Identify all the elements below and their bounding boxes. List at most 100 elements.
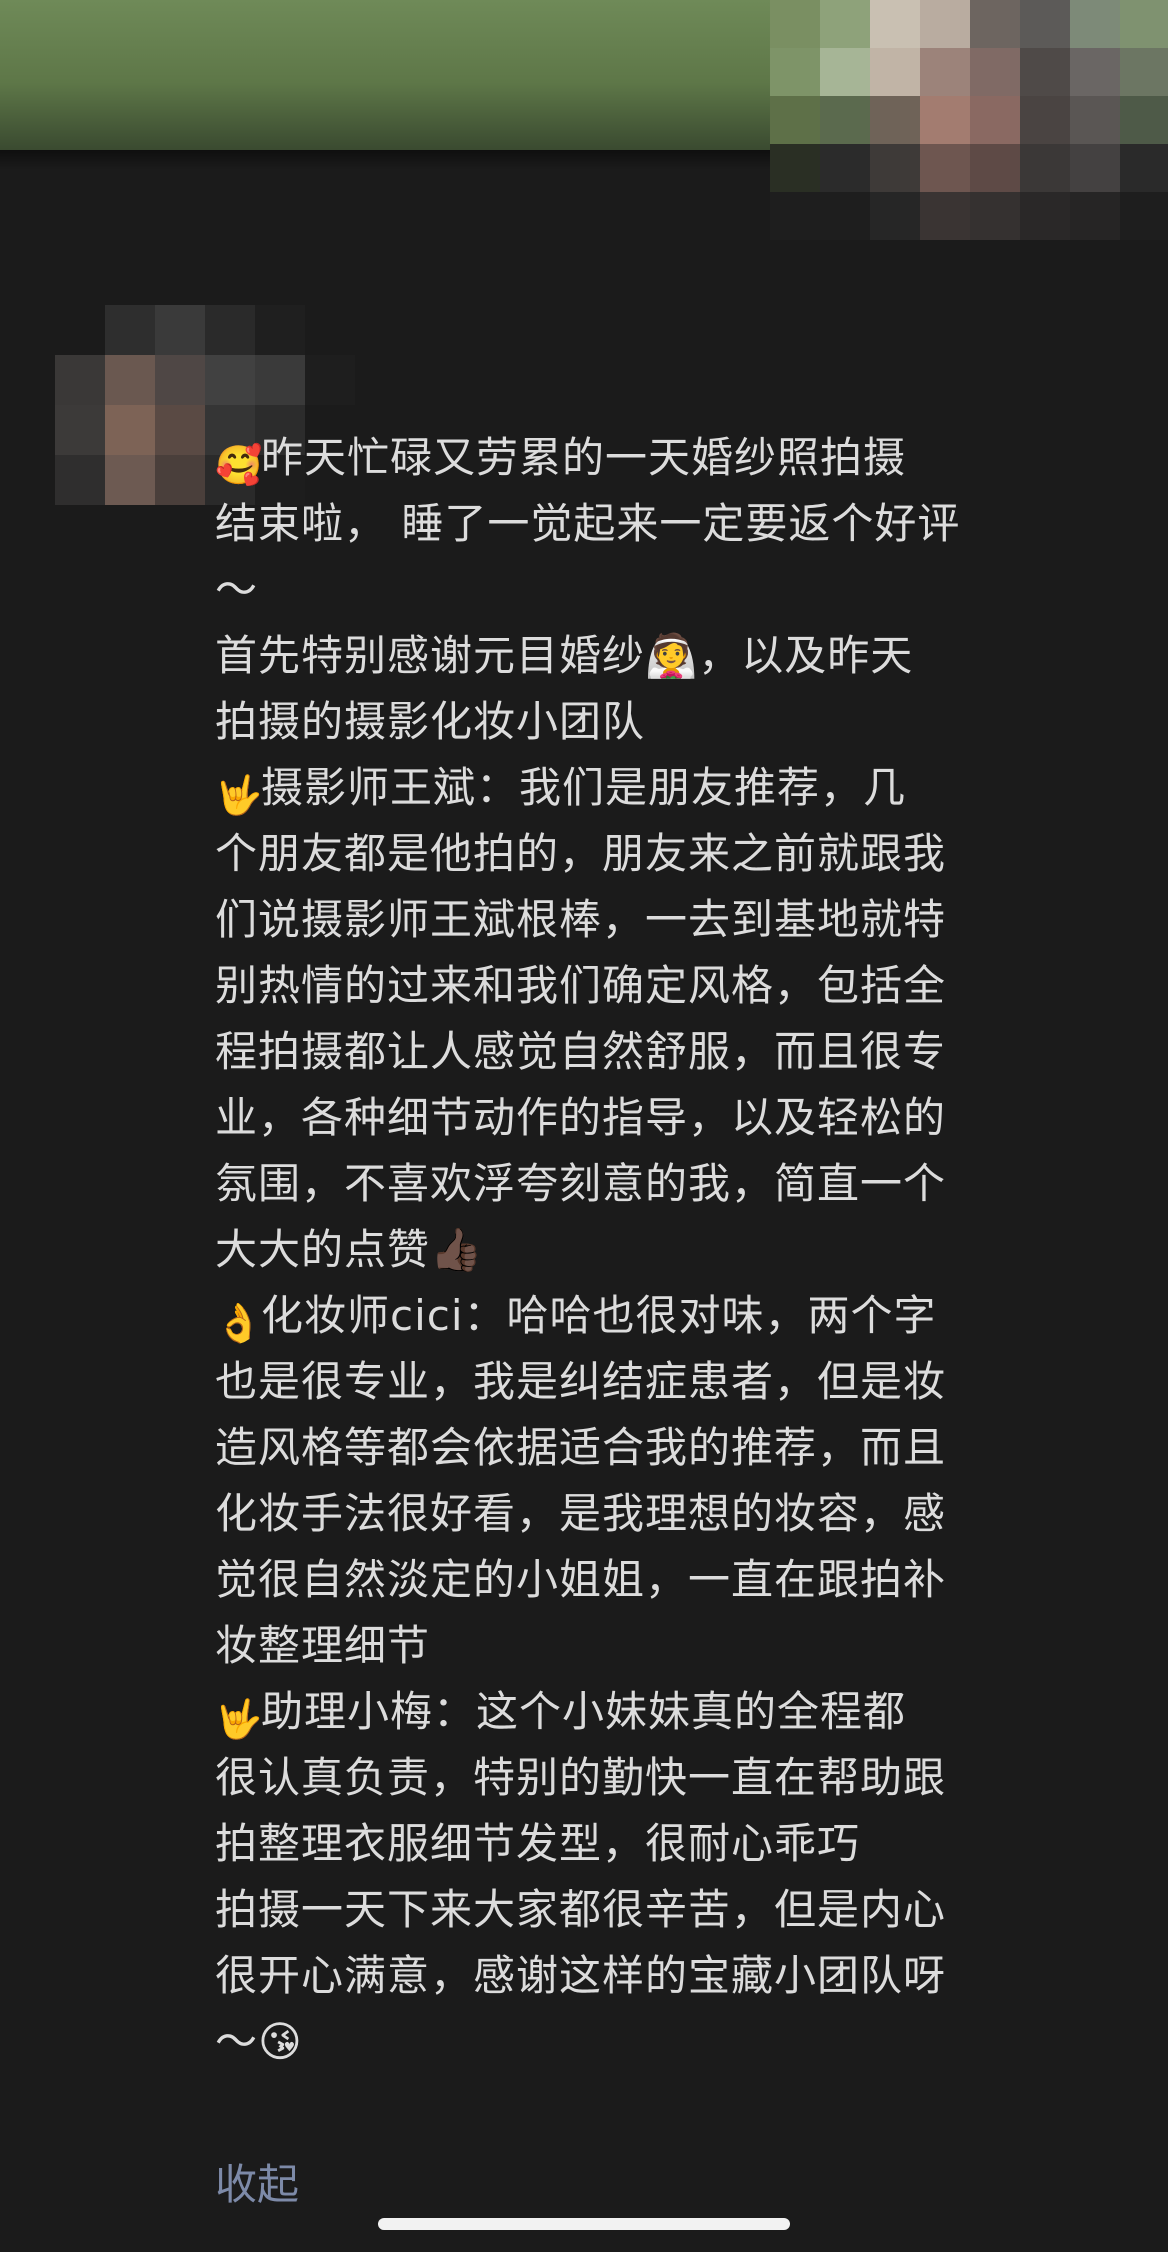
love-you-gesture-icon: 🤟 [215,773,264,817]
mosaic-cell [1120,144,1168,192]
post-line: 很认真负责，特别的勤快一直在帮助跟 [215,1745,1115,1811]
post-line-text: 很开心满意，感谢这样的宝藏小团队呀 [215,1951,947,2000]
mosaic-cell [305,355,355,405]
mosaic-cell [870,144,920,192]
mosaic-cell [770,144,820,192]
mosaic-cell [1070,192,1120,240]
post-line: 首先特别感谢元目婚纱👰，以及昨天 [215,623,1115,689]
mosaic-cell [870,192,920,240]
post-line: 氛围，不喜欢浮夸刻意的我，简直一个 [215,1151,1115,1217]
mosaic-cell [970,96,1020,144]
post-line: 妆整理细节 [215,1613,1115,1679]
post-line-text: 化妆师cici：哈哈也很对味，两个字 [261,1291,937,1340]
post-line: 拍整理衣服细节发型，很耐心乖巧 [215,1811,1115,1877]
post-body: 🥰昨天忙碌又劳累的一天婚纱照拍摄结束啦， 睡了一觉起来一定要返个好评 ～ 首先特别感… [215,425,1115,2075]
mosaic-cell [1020,192,1070,240]
post-line: ～ [215,557,1115,623]
post-line-text: 妆整理细节 [215,1621,431,1670]
post-line-text: 业，各种细节动作的指导，以及轻松的 [215,1093,947,1142]
post-line-text: ～😘 [215,2017,303,2066]
post-line: 觉很自然淡定的小姐姐，一直在跟拍补 [215,1547,1115,1613]
mosaic-cell [870,48,920,96]
post-line-text: 别热情的过来和我们确定风格，包括全 [215,961,947,1010]
post-line: 大大的点赞👍🏿 [215,1217,1115,1283]
post-line-text: 程拍摄都让人感觉自然舒服，而且很专 [215,1027,947,1076]
post-line-text: 个朋友都是他拍的，朋友来之前就跟我 [215,829,947,878]
mosaic-cell [105,305,155,355]
mosaic-cell [820,144,870,192]
mosaic-cell [970,192,1020,240]
mosaic-cell [305,305,355,355]
post-line: 个朋友都是他拍的，朋友来之前就跟我 [215,821,1115,887]
mosaic-cell [1020,144,1070,192]
mosaic-cell [55,455,105,505]
mosaic-cell [920,0,970,48]
smiling-face-with-hearts-icon: 🥰 [215,443,264,487]
post-line-text: ～ [215,565,259,614]
post-line-text: 昨天忙碌又劳累的一天婚纱照拍摄 [261,433,907,482]
post-line-text: 助理小梅：这个小妹妹真的全程都 [261,1687,907,1736]
mosaic-cell [770,192,820,240]
post-line: 很开心满意，感谢这样的宝藏小团队呀 [215,1943,1115,2009]
mosaic-cell [920,96,970,144]
mosaic-cell [255,355,305,405]
mosaic-cell [970,48,1020,96]
post-line: 化妆手法很好看，是我理想的妆容，感 [215,1481,1115,1547]
post-line: 🥰昨天忙碌又劳累的一天婚纱照拍摄 [215,425,1115,491]
post-line-text: 拍摄的摄影化妆小团队 [215,697,646,746]
post-line-text: 氛围，不喜欢浮夸刻意的我，简直一个 [215,1159,947,1208]
mosaic-cell [1120,48,1168,96]
post-line-text: 大大的点赞👍🏿 [215,1225,484,1274]
post-line-text: 拍整理衣服细节发型，很耐心乖巧 [215,1819,861,1868]
mosaic-cell [55,405,105,455]
collapse-button[interactable]: 收起 [215,2155,299,2215]
mosaic-cell [1020,96,1070,144]
mosaic-cell [1020,48,1070,96]
mosaic-cell [105,405,155,455]
mosaic-cell [155,355,205,405]
mosaic-cell [970,0,1020,48]
mosaic-cell [1070,0,1120,48]
pixelated-avatar[interactable] [770,0,1168,240]
mosaic-cell [205,305,255,355]
home-indicator [378,2218,790,2230]
post-line: 🤟摄影师王斌：我们是朋友推荐，几 [215,755,1115,821]
post-line: 也是很专业，我是纠结症患者，但是妆 [215,1349,1115,1415]
mosaic-cell [155,455,205,505]
post-line: 业，各种细节动作的指导，以及轻松的 [215,1085,1115,1151]
post-line-text: 也是很专业，我是纠结症患者，但是妆 [215,1357,947,1406]
post-line: 🤟助理小梅：这个小妹妹真的全程都 [215,1679,1115,1745]
post-line-text: 化妆手法很好看，是我理想的妆容，感 [215,1489,947,1538]
post-line-text: 摄影师王斌：我们是朋友推荐，几 [261,763,907,812]
mosaic-cell [1120,96,1168,144]
mosaic-cell [105,455,155,505]
moments-post-screen: 🥰昨天忙碌又劳累的一天婚纱照拍摄结束啦， 睡了一觉起来一定要返个好评 ～ 首先特别感… [0,0,1168,2252]
mosaic-cell [55,305,105,355]
post-line: 拍摄的摄影化妆小团队 [215,689,1115,755]
mosaic-cell [205,355,255,405]
mosaic-cell [770,48,820,96]
mosaic-cell [255,305,305,355]
post-line: 造风格等都会依据适合我的推荐，而且 [215,1415,1115,1481]
mosaic-cell [1120,0,1168,48]
mosaic-cell [105,355,155,405]
post-line: 结束啦， 睡了一觉起来一定要返个好评 [215,491,1115,557]
post-line: ～😘 [215,2009,1115,2075]
mosaic-cell [770,96,820,144]
mosaic-cell [55,355,105,405]
mosaic-cell [820,0,870,48]
mosaic-cell [870,0,920,48]
ok-hand-icon: 👌 [215,1301,264,1345]
mosaic-cell [970,144,1020,192]
post-line: 👌化妆师cici：哈哈也很对味，两个字 [215,1283,1115,1349]
post-line: 们说摄影师王斌根棒，一去到基地就特 [215,887,1115,953]
post-line-text: 造风格等都会依据适合我的推荐，而且 [215,1423,947,1472]
post-line: 拍摄一天下来大家都很辛苦，但是内心 [215,1877,1115,1943]
mosaic-cell [820,48,870,96]
mosaic-cell [1070,96,1120,144]
post-line: 别热情的过来和我们确定风格，包括全 [215,953,1115,1019]
mosaic-cell [770,0,820,48]
mosaic-cell [920,192,970,240]
mosaic-cell [1120,192,1168,240]
post-line-text: 结束啦， 睡了一觉起来一定要返个好评 [215,499,961,548]
